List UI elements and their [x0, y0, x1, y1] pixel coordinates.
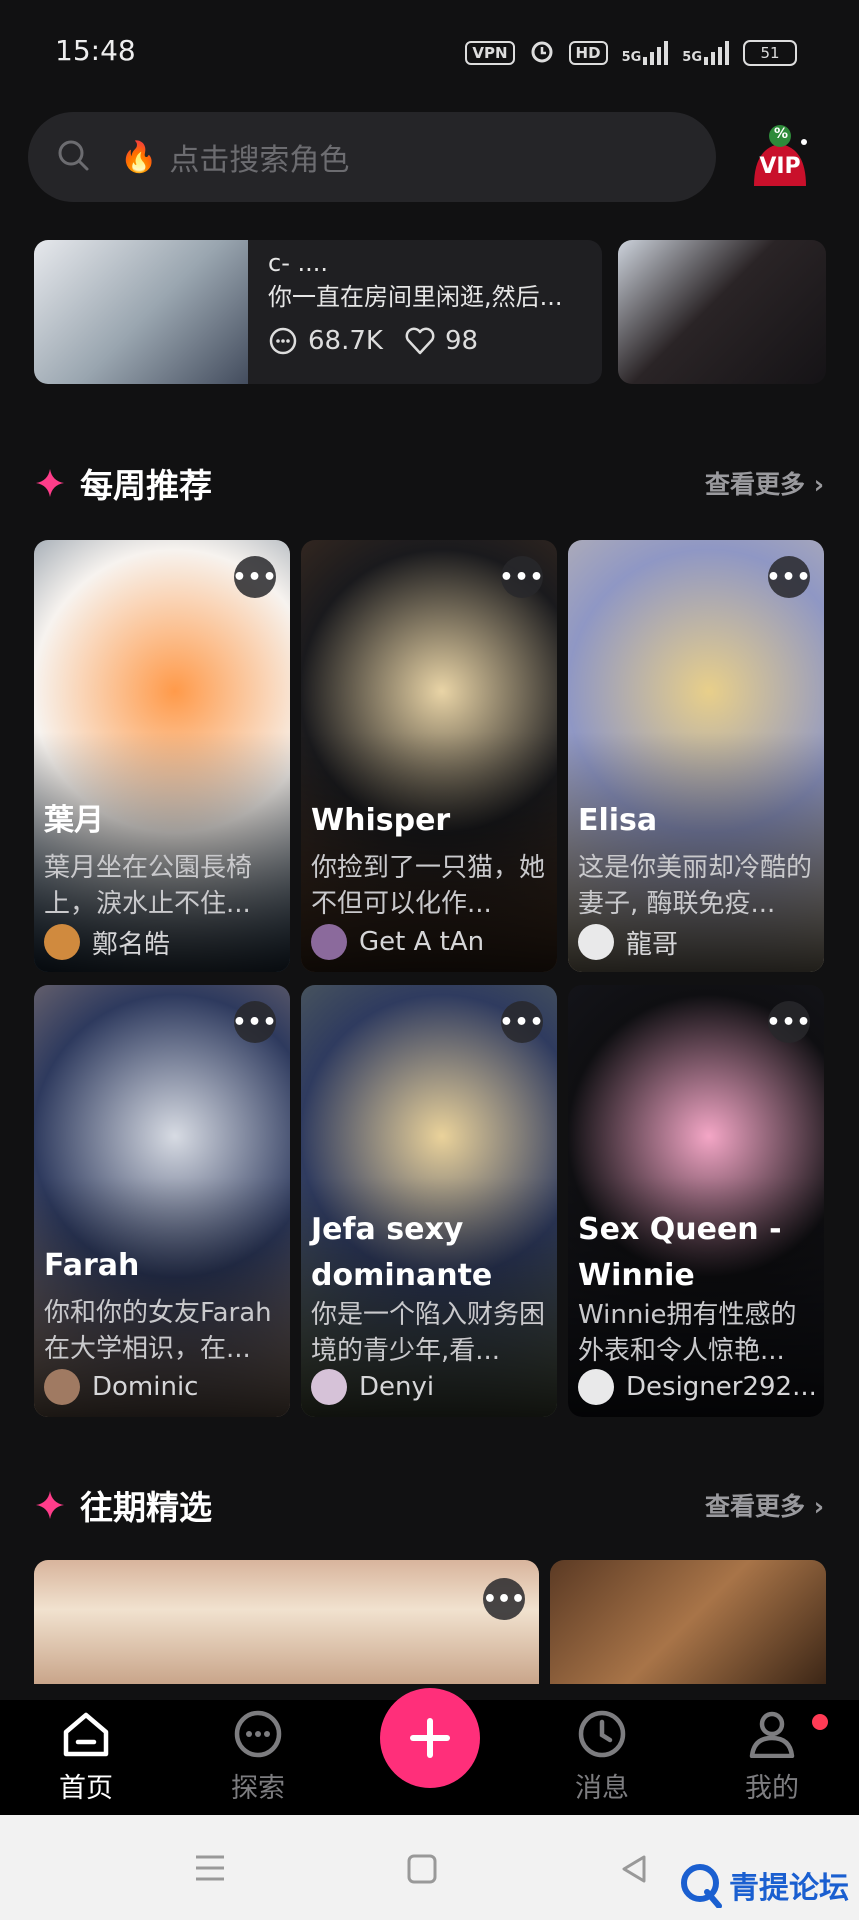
character-description: 这是你美丽却冷酷的妻子, 酶联免疫... — [578, 853, 813, 919]
search-icon — [56, 138, 90, 176]
author-name: 龍哥 — [626, 929, 679, 960]
battery-icon: 51 — [743, 40, 797, 66]
past-see-more[interactable]: 查看更多 › — [705, 1487, 824, 1523]
vpn-indicator: VPN — [465, 41, 515, 65]
avatar — [44, 924, 80, 960]
character-card[interactable]: ••• 葉月葉月坐在公園長椅上，淚水止不住... 鄭名皓 — [34, 540, 290, 972]
weekly-header: 每周推荐 查看更多 › — [34, 458, 824, 508]
character-name: Elisa — [578, 803, 658, 838]
past-card-1[interactable]: ••• — [34, 1560, 539, 1684]
avatar — [311, 924, 347, 960]
battery-level: 51 — [760, 44, 780, 62]
weekly-see-more[interactable]: 查看更多 › — [705, 465, 824, 501]
chat-icon — [269, 327, 297, 355]
status-icons: VPN HD 5G 5G 51 — [465, 38, 797, 68]
more-options-button[interactable]: ••• — [483, 1578, 525, 1620]
character-name: Sex Queen - Winnie — [578, 1212, 782, 1293]
more-options-button[interactable]: ••• — [766, 1001, 811, 1043]
home-square-icon[interactable] — [406, 1853, 438, 1885]
avatar — [578, 924, 614, 960]
chat-count: 68.7K — [268, 326, 383, 356]
character-description: 你捡到了一只猫，她不但可以化作... — [311, 853, 546, 919]
status-time: 15:48 — [55, 34, 136, 67]
character-name: 葉月 — [44, 803, 104, 838]
tab-explore[interactable]: 探索 — [198, 1710, 318, 1810]
past-header: 往期精选 查看更多 › — [34, 1480, 824, 1530]
featured-stats: 68.7K 98 — [268, 326, 582, 356]
character-name: Farah — [44, 1248, 140, 1283]
chat-bubble-icon — [234, 1710, 282, 1758]
search-placeholder[interactable]: 点击搜索角色 — [169, 135, 349, 179]
network-type-2: 5G — [682, 50, 702, 65]
author[interactable]: Denyi — [311, 1367, 547, 1407]
avatar — [44, 1369, 80, 1405]
watermark: 青提论坛 — [677, 1862, 849, 1908]
tab-profile[interactable]: 我的 — [712, 1710, 832, 1810]
vip-label: VIP — [759, 154, 801, 179]
weekly-title: 每周推荐 — [34, 459, 212, 507]
sparkle-icon — [36, 469, 64, 497]
tab-home[interactable]: 首页 — [26, 1710, 146, 1810]
hd-indicator: HD — [568, 41, 608, 65]
heart-icon — [405, 327, 435, 355]
back-icon[interactable] — [618, 1853, 650, 1885]
author-name: 鄭名皓 — [92, 929, 171, 960]
signal-icon: 5G — [622, 41, 669, 65]
clock-icon — [578, 1710, 626, 1758]
character-description: 你和你的女友Farah在大学相识，在... — [44, 1298, 272, 1364]
more-options-button[interactable]: ••• — [232, 1001, 277, 1043]
profile-icon — [749, 1711, 795, 1758]
character-name: Whisper — [311, 803, 451, 838]
character-card[interactable]: ••• Whisper 你捡到了一只猫，她不但可以化作... Get A tAn — [301, 540, 557, 972]
past-card-2[interactable] — [550, 1560, 826, 1684]
featured-card-image[interactable] — [34, 240, 264, 384]
featured-card-next[interactable] — [618, 240, 826, 384]
author[interactable]: 龍哥 — [578, 922, 814, 962]
author[interactable]: Dominic — [44, 1367, 280, 1407]
signal-icon-2: 5G — [682, 41, 729, 65]
featured-card-info[interactable]: c- .... 你一直在房间里闲逛,然后... 68.7K 98 — [248, 240, 602, 384]
author-name: Dominic — [92, 1372, 199, 1402]
character-card[interactable]: ••• Jefa sexy dominante 你是一个陷入财务困境的青少年,看..… — [301, 985, 557, 1417]
character-card[interactable]: ••• Sex Queen - Winnie Winnie拥有性感的外表和令人惊艳.… — [568, 985, 824, 1417]
plus-icon — [410, 1718, 450, 1758]
tab-messages[interactable]: 消息 — [542, 1710, 662, 1810]
author-name: Designer292... — [626, 1372, 814, 1402]
vip-badge: % — [774, 126, 789, 142]
author[interactable]: Get A tAn — [311, 922, 547, 962]
vip-button[interactable]: % VIP — [740, 120, 820, 200]
avatar — [311, 1369, 347, 1405]
character-card[interactable]: ••• Elisa 这是你美丽却冷酷的妻子, 酶联免疫... 龍哥 — [568, 540, 824, 972]
notification-dot — [812, 1714, 828, 1730]
network-type: 5G — [621, 50, 642, 65]
like-count[interactable]: 98 — [405, 326, 478, 356]
past-title: 往期精选 — [34, 1481, 212, 1529]
author[interactable]: 鄭名皓 — [44, 922, 280, 962]
create-button[interactable] — [380, 1688, 480, 1788]
character-description: Winnie拥有性感的外表和令人惊艳... — [578, 1300, 797, 1366]
alarm-icon — [529, 38, 555, 68]
author[interactable]: Designer292... — [578, 1367, 814, 1407]
author-name: Denyi — [359, 1372, 435, 1402]
home-icon — [63, 1712, 109, 1757]
more-options-button[interactable]: ••• — [766, 556, 811, 598]
more-options-button[interactable]: ••• — [499, 556, 544, 598]
character-card[interactable]: ••• Farah 你和你的女友Farah在大学相识，在... Dominic — [34, 985, 290, 1417]
character-description: 葉月坐在公園長椅上，淚水止不住... — [44, 853, 253, 919]
author-name: Get A tAn — [359, 927, 485, 957]
more-options-button[interactable]: ••• — [499, 1001, 544, 1043]
character-name: Jefa sexy dominante — [311, 1212, 493, 1293]
featured-line-1: c- .... — [268, 249, 328, 277]
more-options-button[interactable]: ••• — [232, 556, 277, 598]
character-description: 你是一个陷入财务困境的青少年,看... — [311, 1300, 546, 1366]
fire-icon: 🔥 — [120, 139, 158, 175]
search-bar[interactable]: 🔥 点击搜索角色 — [28, 112, 716, 202]
avatar — [578, 1369, 614, 1405]
sparkle-icon — [36, 1491, 64, 1519]
featured-line-2: 你一直在房间里闲逛,然后... — [268, 283, 563, 311]
menu-icon[interactable] — [192, 1853, 228, 1883]
status-bar: 15:48 VPN HD 5G 5G 51 — [0, 0, 859, 100]
watermark-logo-icon — [681, 1864, 722, 1908]
